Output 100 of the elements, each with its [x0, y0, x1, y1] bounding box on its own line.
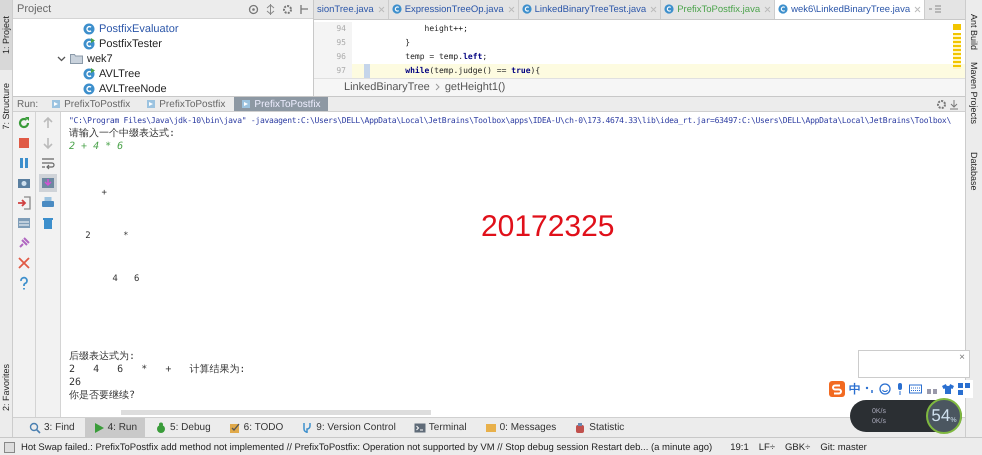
tool-window-tab[interactable]: 4: Run	[84, 418, 146, 437]
settings-icon[interactable]	[282, 4, 293, 14]
pause-icon[interactable]	[17, 156, 31, 170]
settings-icon[interactable]	[936, 98, 947, 110]
line-number: 95	[314, 36, 352, 50]
hide-icon[interactable]	[949, 98, 959, 110]
class-run-icon	[83, 38, 95, 50]
class-icon	[778, 4, 788, 14]
console-line: 2 *	[84, 230, 129, 243]
scroll-end-icon	[41, 176, 55, 190]
tree-item[interactable]: wek7	[87, 52, 113, 64]
find-icon	[29, 422, 41, 434]
toggle-panels-icon[interactable]	[4, 442, 15, 452]
grid-icon[interactable]	[958, 383, 970, 395]
id-annotation: 20172325	[481, 210, 614, 244]
editor-tab[interactable]: ExpressionTreeOp.java	[388, 0, 519, 19]
console-line: 后缀表达式为:	[69, 350, 136, 363]
tool-window-tab[interactable]: Terminal	[406, 418, 475, 437]
caret-position[interactable]: 19:1	[730, 442, 749, 452]
editor-tab[interactable]: sionTree.java	[314, 0, 389, 19]
breadcrumb[interactable]: getHeight1()	[444, 81, 506, 94]
code-line: height++;	[424, 24, 468, 34]
run-label: Run:	[16, 98, 40, 110]
inspection-status-marker[interactable]	[953, 24, 961, 30]
editor-tab[interactable]: wek6\LinkedBinaryTree.java	[775, 0, 926, 19]
class-icon	[392, 4, 402, 14]
tab-list-icon[interactable]	[928, 4, 942, 14]
rerun-icon[interactable]	[17, 116, 31, 130]
folder-icon	[70, 53, 83, 64]
class-icon	[522, 4, 532, 14]
console-line: "C:\Program Files\Java\jdk-10\bin\java" -javaagent:C:\Users\DELL\AppData\Local\JetBrains\Toolbox\apps\IDEA-U\ch-0\173.4674.33\lib\idea_rt.jar=63497:C:\Users\DELL\AppData\Local\JetBrains\Toolbox\	[69, 115, 952, 127]
project-view-selector[interactable]: Project	[17, 3, 242, 15]
editor-tab[interactable]: LinkedBinaryTreeTest.java	[518, 0, 662, 19]
line-separator[interactable]: LF÷	[758, 442, 776, 452]
warning-stripe-markers[interactable]	[953, 32, 961, 69]
trash-icon	[41, 216, 55, 230]
run-tab[interactable]: PrefixToPostfix	[139, 97, 232, 111]
exit-icon[interactable]	[17, 196, 31, 210]
tool-window-tab[interactable]: 9: Version Control	[293, 418, 404, 437]
run-config-icon	[241, 99, 252, 109]
code-line: temp = temp.left;	[404, 52, 488, 62]
target-icon[interactable]	[248, 4, 259, 14]
up-icon	[41, 116, 55, 130]
vcs-icon	[301, 422, 314, 434]
line-number: 94	[314, 22, 352, 36]
tree-item[interactable]: AVLTreeNode	[99, 82, 167, 94]
horizontal-scrollbar[interactable]	[121, 410, 431, 415]
down-icon	[41, 136, 55, 150]
terminal-icon	[414, 422, 426, 434]
console-line: 26	[69, 376, 82, 389]
side-tool-tab[interactable]: Maven Projects	[966, 56, 982, 130]
layout-icon[interactable]	[17, 216, 31, 230]
breadcrumb[interactable]: LinkedBinaryTree	[344, 81, 430, 94]
class-icon	[83, 22, 95, 34]
help-icon[interactable]	[17, 276, 31, 290]
vcs-branch[interactable]: Git: master	[820, 442, 867, 452]
tool-window-tab[interactable]: Statistic	[566, 418, 632, 437]
tree-item[interactable]: AVLTree	[99, 68, 140, 80]
side-tool-tab[interactable]: Ant Build	[966, 0, 982, 56]
run-icon	[92, 422, 105, 434]
run-tab[interactable]: PrefixToPostfix	[44, 97, 138, 111]
scroll-end-button[interactable]	[39, 174, 57, 192]
input-method-logo-icon[interactable]	[829, 381, 845, 397]
smiley-icon[interactable]	[879, 383, 891, 395]
close-icon[interactable]	[17, 256, 31, 270]
side-tool-tab[interactable]: 7: Structure	[0, 76, 12, 136]
wrap-icon	[41, 156, 55, 170]
side-tool-tab[interactable]: Database	[966, 146, 982, 197]
close-button[interactable]: ×	[959, 352, 965, 363]
shirt-icon[interactable]	[942, 383, 954, 395]
status-message: Hot Swap failed.: PrefixToPostfix add method not implemented // PrefixToPostfix: Operation not supported by VM // Stop debug session Restart deb... (a minute ago)	[21, 442, 712, 452]
tree-item[interactable]: PostfixEvaluator	[99, 22, 178, 34]
tool-window-tab[interactable]: 0: Messages	[476, 418, 564, 437]
keyboard-icon[interactable]	[909, 384, 922, 394]
stop-icon[interactable]	[17, 136, 31, 150]
chevron-icon	[434, 83, 440, 92]
ime-mode[interactable]: 中	[849, 380, 861, 398]
side-tool-tab[interactable]: 1: Project	[0, 0, 12, 70]
console-line: 你是否要继续?	[69, 389, 136, 402]
todo-icon	[228, 422, 241, 434]
tree-item[interactable]: PostfixTester	[99, 38, 162, 50]
side-tool-tab[interactable]: 2: Favorites	[0, 353, 12, 423]
console-line: 4 6	[111, 273, 140, 286]
line-number: 97	[314, 64, 352, 78]
tool-window-tab[interactable]: 5: Debug	[147, 418, 219, 437]
collapse-icon[interactable]	[265, 4, 276, 14]
messages-icon	[484, 422, 497, 434]
close-icon[interactable]	[914, 6, 922, 13]
console-line: 2 4 6 * + 计算结果为:	[69, 363, 246, 376]
tool-window-tab[interactable]: 6: TODO	[220, 418, 292, 437]
file-encoding[interactable]: GBK÷	[785, 442, 810, 452]
dump-icon[interactable]	[17, 176, 31, 190]
tool-window-tab[interactable]: 3: Find	[21, 418, 83, 437]
run-config-icon	[51, 99, 62, 109]
console-line: +	[100, 187, 107, 200]
print-icon	[41, 196, 55, 210]
class-icon	[664, 4, 674, 14]
microphone-icon[interactable]	[895, 383, 905, 395]
class-run-icon	[83, 68, 95, 80]
statistic-icon	[574, 422, 586, 434]
